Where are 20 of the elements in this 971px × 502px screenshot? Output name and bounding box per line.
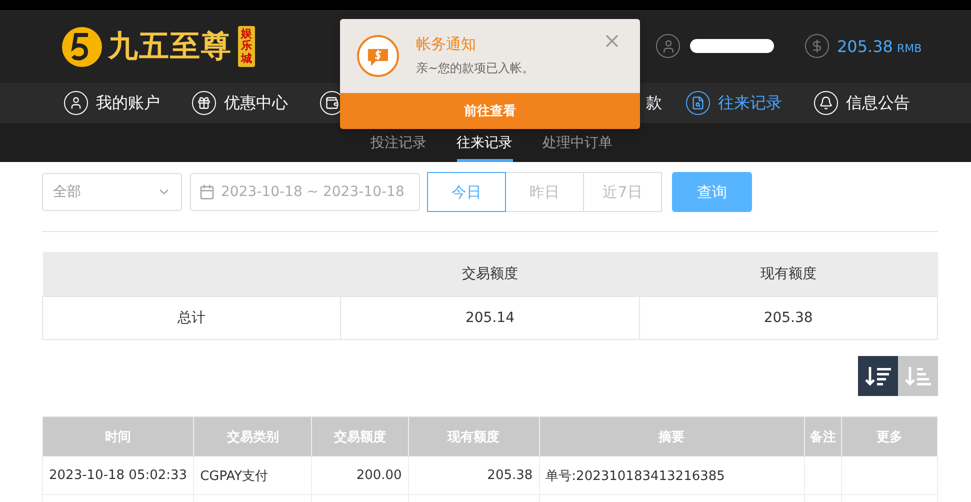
nav-label: 往来记录 bbox=[718, 92, 782, 114]
table-cell: 200.00 bbox=[312, 456, 408, 494]
nav-label: 优惠中心 bbox=[224, 92, 288, 114]
table-cell: 2023-10-18 05:02:33 bbox=[42, 456, 194, 494]
summary-value: 205.38 bbox=[639, 296, 938, 340]
table-cell: 205.38 bbox=[408, 456, 540, 494]
logo-badge: 娱乐城 bbox=[238, 26, 255, 67]
notification-title: 帐务通知 bbox=[416, 35, 477, 54]
table-cell: CGPAY支付 bbox=[194, 456, 312, 494]
summary-header: 现有额度 bbox=[639, 252, 938, 296]
summary-value: 205.14 bbox=[340, 296, 640, 340]
table-cell: 单号:202310183413216385 bbox=[539, 456, 804, 494]
summary-label: 总计 bbox=[42, 296, 341, 340]
nav-label: 信息公告 bbox=[846, 92, 910, 114]
logo-text: 九五至尊 bbox=[108, 28, 232, 66]
nav-label: 款 bbox=[646, 92, 662, 114]
balance-amount: 205.38 RMB bbox=[837, 36, 922, 56]
summary-header: 交易额度 bbox=[340, 252, 640, 296]
nav-label: 我的账户 bbox=[96, 92, 160, 114]
notification-message: 亲~您的款项已入帐。 bbox=[416, 60, 534, 77]
